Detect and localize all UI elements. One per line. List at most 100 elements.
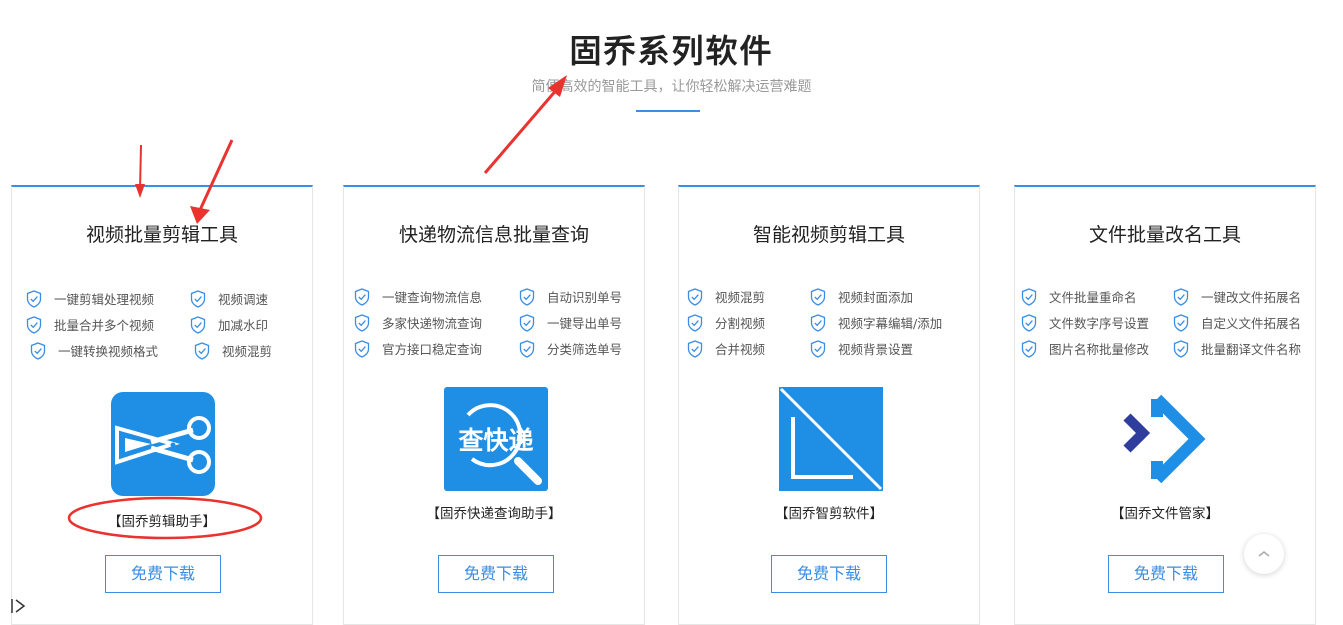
card-title: 快递物流信息批量查询 [398, 224, 589, 246]
card-title: 智能视频剪辑工具 [752, 224, 905, 246]
feature-item: 官方接口稳定查询 [354, 339, 482, 358]
feature-item: 一键查询物流信息 [354, 287, 482, 306]
feature-label: 批量合并多个视频 [54, 318, 155, 333]
feature-item: 图片名称批量修改 [1021, 339, 1149, 358]
shield-check-icon [810, 313, 826, 332]
file-manager-logo-icon [1123, 394, 1206, 484]
feature-label: 合并视频 [715, 342, 766, 357]
page-title: 固乔系列软件 [569, 32, 774, 70]
product-name: 【固乔快递查询助手】 [426, 506, 562, 522]
feature-item: 一键转换视频格式 [30, 341, 158, 360]
express-query-logo-icon: 查快递 [444, 387, 548, 491]
product-name: 【固乔文件管家】 [1111, 506, 1219, 522]
feature-item: 视频调速 [190, 289, 268, 308]
feature-item: 合并视频 [687, 339, 765, 358]
feature-item: 文件数字序号设置 [1021, 313, 1149, 332]
product-card-smart-video-cut: 智能视频剪辑工具 视频混剪 视频封面添加 分割视频 视频字幕编辑/添加 合并视频… [678, 185, 980, 625]
shield-check-icon [194, 341, 210, 360]
feature-label: 文件批量重命名 [1049, 290, 1137, 305]
feature-label: 文件数字序号设置 [1049, 316, 1150, 331]
shield-check-icon [1173, 339, 1189, 358]
annotation-arrow [483, 87, 560, 174]
feature-label: 图片名称批量修改 [1049, 342, 1150, 357]
shield-check-icon [519, 339, 535, 358]
shield-check-icon [1021, 339, 1037, 358]
shield-check-icon [687, 339, 703, 358]
feature-item: 批量翻译文件名称 [1173, 339, 1301, 358]
feature-label: 视频混剪 [222, 344, 273, 359]
feature-item: 分割视频 [687, 313, 765, 332]
logo-text: 查快递 [458, 426, 534, 455]
feature-label: 一键查询物流信息 [382, 290, 483, 305]
feature-label: 视频混剪 [715, 290, 766, 305]
shield-check-icon [519, 287, 535, 306]
shield-check-icon [190, 315, 206, 334]
product-card-video-batch-edit: 视频批量剪辑工具 一键剪辑处理视频 视频调速 批量合并多个视频 加减水印 一键转… [11, 185, 313, 625]
back-to-top-button[interactable] [1244, 534, 1284, 574]
feature-label: 视频背景设置 [838, 342, 914, 357]
shield-check-icon [354, 313, 370, 332]
feature-item: 视频背景设置 [810, 339, 913, 358]
feature-item: 批量合并多个视频 [26, 315, 154, 334]
feature-item: 视频混剪 [194, 341, 272, 360]
shield-check-icon [687, 313, 703, 332]
feature-label: 一键剪辑处理视频 [54, 292, 155, 307]
product-card-express-query: 快递物流信息批量查询 一键查询物流信息 自动识别单号 多家快递物流查询 一键导出… [343, 185, 645, 625]
card-title: 视频批量剪辑工具 [85, 224, 238, 246]
download-button[interactable]: 免费下载 [105, 555, 221, 593]
feature-label: 多家快递物流查询 [382, 316, 483, 331]
scissors-logo-icon [111, 392, 215, 496]
feature-label: 自动识别单号 [547, 290, 623, 305]
feature-item: 自定义文件拓展名 [1173, 313, 1301, 332]
shield-check-icon [687, 287, 703, 306]
feature-label: 一键转换视频格式 [58, 344, 159, 359]
shield-check-icon [519, 313, 535, 332]
feature-label: 视频调速 [218, 292, 269, 307]
download-button[interactable]: 免费下载 [1108, 555, 1224, 593]
shield-check-icon [26, 315, 42, 334]
feature-item: 视频封面添加 [810, 287, 913, 306]
smart-cut-logo-icon [779, 387, 883, 491]
feature-label: 视频字幕编辑/添加 [838, 316, 943, 331]
feature-item: 分类筛选单号 [519, 339, 622, 358]
product-name: 【固乔剪辑助手】 [108, 514, 216, 530]
shield-check-icon [1021, 287, 1037, 306]
feature-item: 一键改文件拓展名 [1173, 287, 1301, 306]
shield-check-icon [810, 339, 826, 358]
feature-label: 分类筛选单号 [547, 342, 623, 357]
feature-label: 自定义文件拓展名 [1201, 316, 1302, 331]
download-button[interactable]: 免费下载 [438, 555, 554, 593]
play-cursor-icon [11, 599, 26, 613]
shield-check-icon [1021, 313, 1037, 332]
feature-item: 一键导出单号 [519, 313, 622, 332]
feature-item: 视频字幕编辑/添加 [810, 313, 942, 332]
feature-item: 一键剪辑处理视频 [26, 289, 154, 308]
download-button[interactable]: 免费下载 [771, 555, 887, 593]
feature-label: 官方接口稳定查询 [382, 342, 483, 357]
shield-check-icon [354, 339, 370, 358]
feature-label: 视频封面添加 [838, 290, 914, 305]
shield-check-icon [810, 287, 826, 306]
feature-item: 多家快递物流查询 [354, 313, 482, 332]
feature-label: 批量翻译文件名称 [1201, 342, 1302, 357]
feature-label: 加减水印 [218, 318, 269, 333]
feature-item: 文件批量重命名 [1021, 287, 1137, 306]
shield-check-icon [354, 287, 370, 306]
shield-check-icon [30, 341, 46, 360]
card-title: 文件批量改名工具 [1088, 224, 1241, 246]
feature-item: 视频混剪 [687, 287, 765, 306]
product-name: 【固乔智剪软件】 [775, 506, 883, 522]
chevron-up-icon [1258, 551, 1270, 557]
shield-check-icon [1173, 313, 1189, 332]
shield-check-icon [1173, 287, 1189, 306]
page-subtitle: 简便高效的智能工具，让你轻松解决运营难题 [531, 79, 812, 95]
feature-label: 一键改文件拓展名 [1201, 290, 1302, 305]
feature-item: 加减水印 [190, 315, 268, 334]
annotation-arrow [139, 144, 142, 191]
shield-check-icon [190, 289, 206, 308]
title-underline [636, 110, 700, 112]
feature-item: 自动识别单号 [519, 287, 622, 306]
feature-label: 一键导出单号 [547, 316, 623, 331]
shield-check-icon [26, 289, 42, 308]
feature-label: 分割视频 [715, 316, 766, 331]
